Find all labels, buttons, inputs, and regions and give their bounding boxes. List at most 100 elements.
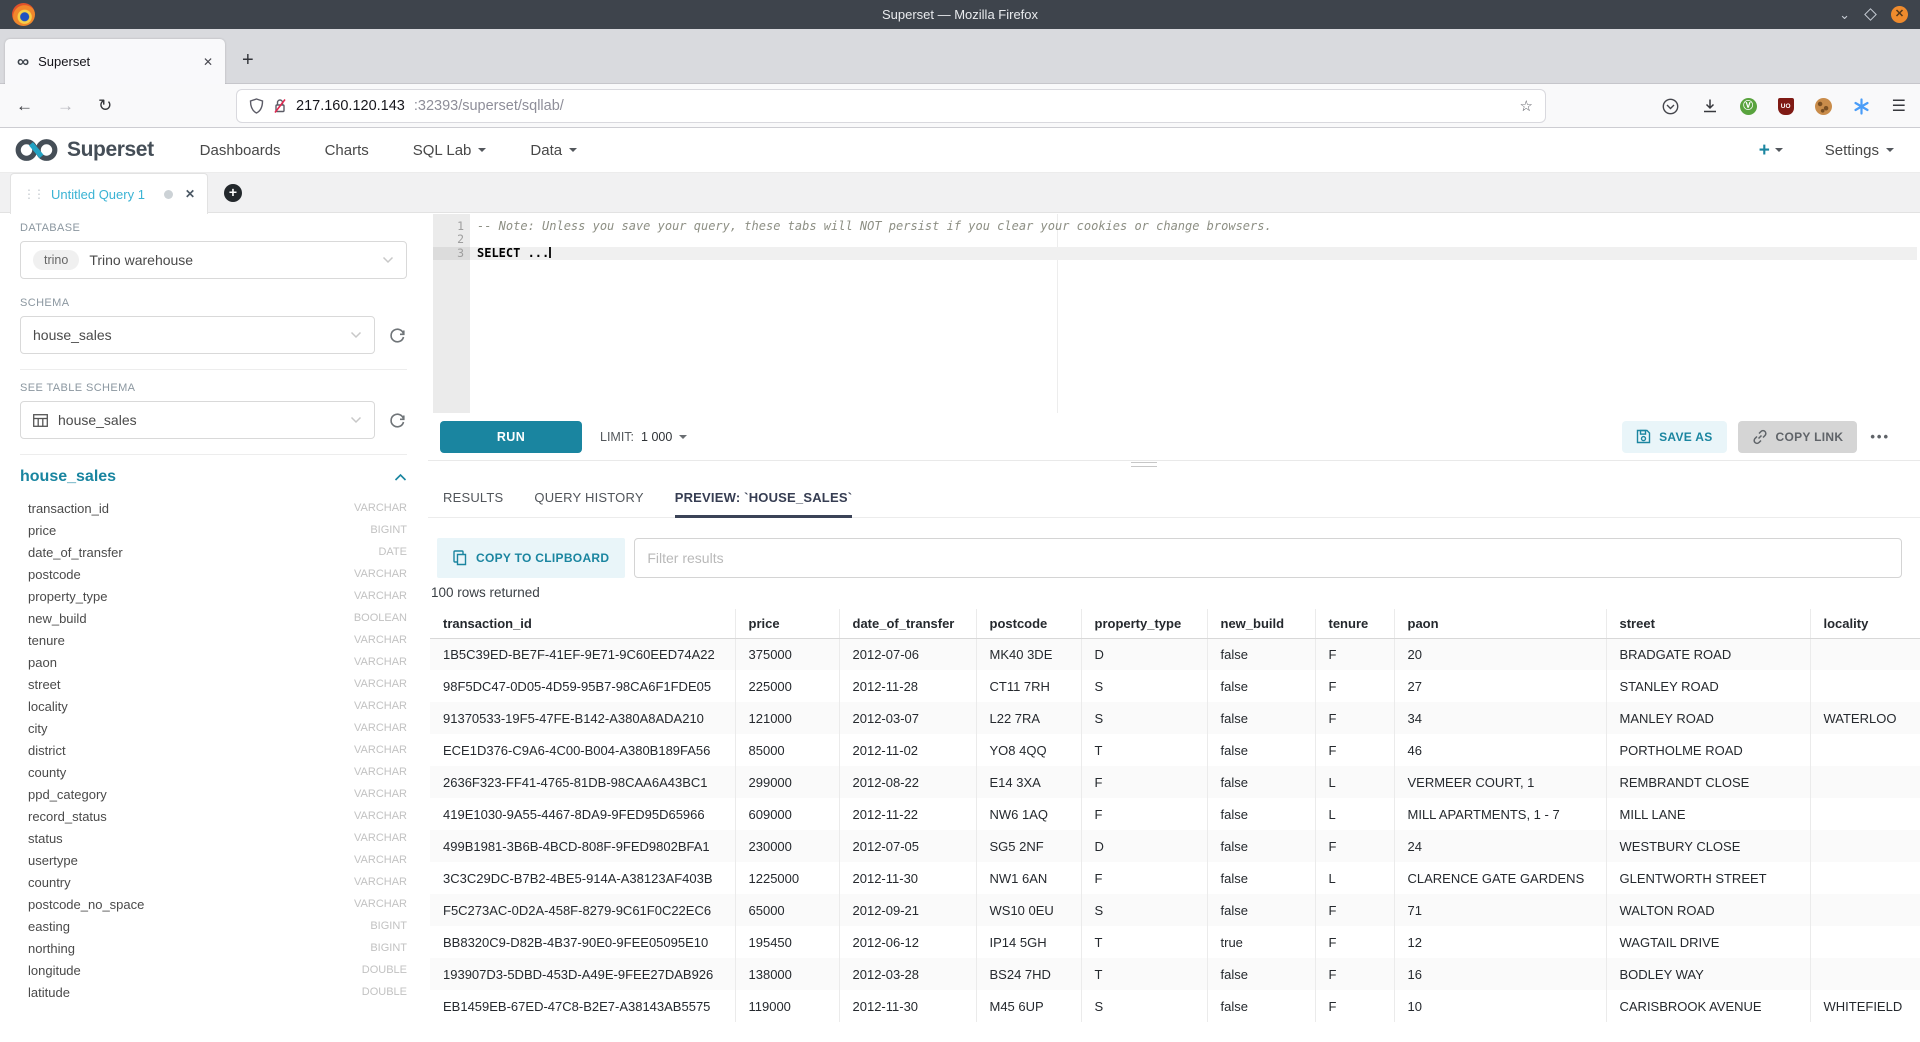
schema-column-city[interactable]: cityVARCHAR	[20, 717, 407, 739]
column-header-street[interactable]: street	[1606, 609, 1810, 638]
column-header-paon[interactable]: paon	[1394, 609, 1606, 638]
results-tab-results[interactable]: RESULTS	[443, 490, 503, 517]
table-cell: F	[1315, 734, 1394, 766]
minimize-icon[interactable]: ⌄	[1839, 7, 1850, 23]
browser-tab[interactable]: ∞ Superset ✕	[5, 39, 225, 84]
schema-column-tenure[interactable]: tenureVARCHAR	[20, 629, 407, 651]
add-query-tab-button[interactable]: +	[224, 184, 242, 202]
schema-column-postcode[interactable]: postcodeVARCHAR	[20, 563, 407, 585]
table-schema-select[interactable]: house_sales	[20, 401, 375, 439]
copy-link-button[interactable]: COPY LINK	[1738, 421, 1858, 453]
extension-asterisk-icon[interactable]	[1853, 97, 1871, 115]
schema-column-district[interactable]: districtVARCHAR	[20, 739, 407, 761]
column-name: date_of_transfer	[28, 545, 123, 560]
table-cell: L	[1315, 798, 1394, 830]
table-cell: T	[1081, 734, 1207, 766]
schema-column-easting[interactable]: eastingBIGINT	[20, 915, 407, 937]
url-bar[interactable]: 217.160.120.143:32393/superset/sqllab/ ☆	[237, 90, 1545, 122]
refresh-tables-icon[interactable]	[388, 411, 407, 430]
shield-icon[interactable]	[249, 98, 264, 114]
line-code: SELECT ...	[470, 247, 1917, 260]
nav-item-charts[interactable]: Charts	[325, 142, 369, 159]
results-tab-query-history[interactable]: QUERY HISTORY	[534, 490, 643, 517]
window-close-icon[interactable]: ✕	[1891, 6, 1908, 23]
schema-column-street[interactable]: streetVARCHAR	[20, 673, 407, 695]
pocket-icon[interactable]	[1662, 97, 1680, 115]
insecure-lock-icon[interactable]	[273, 98, 287, 114]
nav-item-sql-lab[interactable]: SQL Lab	[413, 142, 487, 159]
schema-column-locality[interactable]: localityVARCHAR	[20, 695, 407, 717]
schema-column-longitude[interactable]: longitudeDOUBLE	[20, 959, 407, 981]
column-header-property-type[interactable]: property_type	[1081, 609, 1207, 638]
save-as-button[interactable]: SAVE AS	[1622, 421, 1726, 453]
results-tab-preview-house-sales[interactable]: PREVIEW: `HOUSE_SALES`	[675, 490, 853, 517]
schema-column-property-type[interactable]: property_typeVARCHAR	[20, 585, 407, 607]
navbar-add-button[interactable]: +	[1759, 141, 1783, 160]
ublock-shield-icon[interactable]: UO	[1778, 98, 1794, 115]
maximize-icon[interactable]	[1864, 8, 1877, 21]
filter-results-input[interactable]	[634, 538, 1902, 578]
table-title[interactable]: house_sales	[20, 468, 116, 486]
schema-column-new-build[interactable]: new_buildBOOLEAN	[20, 607, 407, 629]
sql-editor[interactable]: 1-- Note: Unless you save your query, th…	[433, 214, 1917, 413]
forward-button[interactable]: →	[57, 96, 74, 116]
limit-control[interactable]: LIMIT: 1 000	[600, 430, 687, 444]
column-type: VARCHAR	[354, 634, 407, 646]
column-header-locality[interactable]: locality	[1810, 609, 1920, 638]
collapse-table-icon[interactable]	[394, 473, 407, 482]
refresh-schema-icon[interactable]	[388, 326, 407, 345]
new-tab-button[interactable]: +	[242, 50, 254, 70]
column-header-date-of-transfer[interactable]: date_of_transfer	[839, 609, 976, 638]
schema-column-status[interactable]: statusVARCHAR	[20, 827, 407, 849]
back-button[interactable]: ←	[16, 96, 33, 116]
run-button[interactable]: RUN	[440, 421, 582, 453]
panel-resize-handle[interactable]	[1131, 462, 1157, 469]
editor-line-2[interactable]: 2	[433, 233, 1917, 246]
reload-button[interactable]: ↻	[98, 96, 112, 116]
download-icon[interactable]	[1701, 97, 1719, 115]
schema-column-postcode-no-space[interactable]: postcode_no_spaceVARCHAR	[20, 893, 407, 915]
column-name: new_build	[28, 611, 87, 626]
tab-close-icon[interactable]: ✕	[203, 55, 213, 69]
column-type: DATE	[378, 546, 407, 558]
copy-to-clipboard-button[interactable]: COPY TO CLIPBOARD	[437, 538, 625, 578]
column-header-transaction-id[interactable]: transaction_id	[430, 609, 735, 638]
limit-value: 1 000	[641, 430, 672, 444]
nav-item-dashboards[interactable]: Dashboards	[200, 142, 281, 159]
sqllab-sidebar: DATABASE trino Trino warehouse SCHEMA ho…	[0, 214, 428, 1042]
query-tab-active[interactable]: ⋮⋮ Untitled Query 1 ✕	[10, 173, 208, 214]
schema-column-date-of-transfer[interactable]: date_of_transfer DATE	[20, 541, 407, 563]
schema-column-northing[interactable]: northingBIGINT	[20, 937, 407, 959]
schema-column-price[interactable]: priceBIGINT	[20, 519, 407, 541]
column-name: easting	[28, 919, 70, 934]
column-header-postcode[interactable]: postcode	[976, 609, 1081, 638]
editor-line-3[interactable]: 3SELECT ...	[433, 247, 1917, 260]
query-toolbar: RUN LIMIT: 1 000 SAVE AS COPY LINK •••	[428, 413, 1920, 461]
schema-column-latitude[interactable]: latitudeDOUBLE	[20, 981, 407, 1003]
superset-brand[interactable]: Superset	[14, 137, 154, 163]
drag-handle-icon[interactable]: ⋮⋮	[23, 187, 43, 201]
browser-menu-icon[interactable]: ☰	[1892, 96, 1906, 116]
settings-menu[interactable]: Settings	[1825, 142, 1894, 159]
query-tab-close-icon[interactable]: ✕	[185, 187, 195, 201]
cookie-extension-icon[interactable]	[1815, 98, 1832, 115]
editor-line-1[interactable]: 1-- Note: Unless you save your query, th…	[433, 220, 1917, 233]
column-header-tenure[interactable]: tenure	[1315, 609, 1394, 638]
schema-column-usertype[interactable]: usertypeVARCHAR	[20, 849, 407, 871]
schema-column-county[interactable]: countyVARCHAR	[20, 761, 407, 783]
table-cell: BRADGATE ROAD	[1606, 638, 1810, 670]
schema-column-record-status[interactable]: record_statusVARCHAR	[20, 805, 407, 827]
schema-column-transaction-id[interactable]: transaction_idVARCHAR	[20, 497, 407, 519]
schema-column-country[interactable]: countryVARCHAR	[20, 871, 407, 893]
extension-green-icon[interactable]: Ⓥ	[1740, 98, 1757, 115]
schema-column-paon[interactable]: paonVARCHAR	[20, 651, 407, 673]
nav-item-data[interactable]: Data	[530, 142, 577, 159]
browser-tab-bar: ∞ Superset ✕ +	[0, 29, 1920, 84]
schema-select[interactable]: house_sales	[20, 316, 375, 354]
column-header-new-build[interactable]: new_build	[1207, 609, 1315, 638]
column-header-price[interactable]: price	[735, 609, 839, 638]
database-select[interactable]: trino Trino warehouse	[20, 241, 407, 279]
bookmark-star-icon[interactable]: ☆	[1520, 97, 1533, 115]
schema-column-ppd-category[interactable]: ppd_categoryVARCHAR	[20, 783, 407, 805]
more-options-button[interactable]: •••	[1870, 429, 1890, 444]
